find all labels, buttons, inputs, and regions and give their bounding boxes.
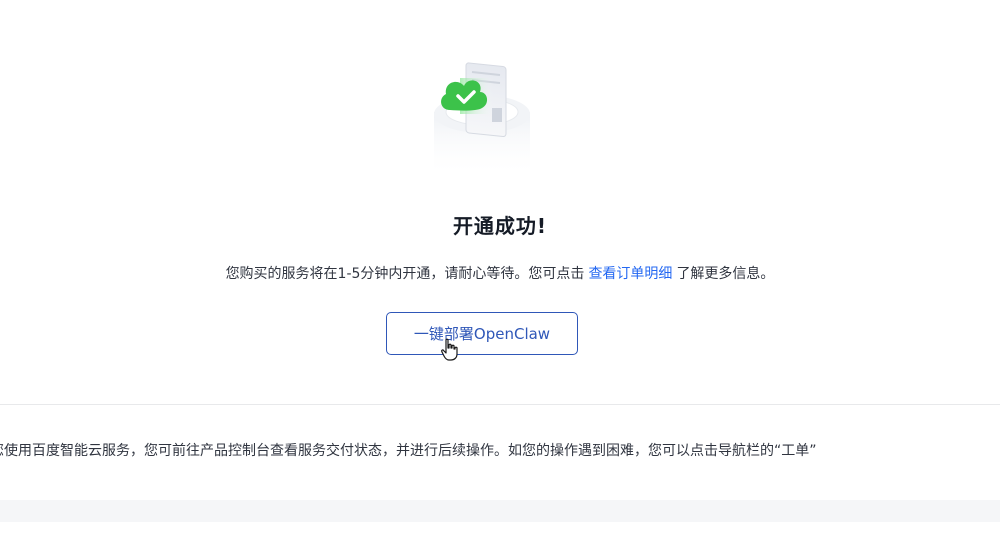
section-divider [0, 404, 1000, 405]
success-card: 开通成功! 您购买的服务将在1-5分钟内开通，请耐心等待。您可点击 查看订单明细了… [0, 0, 1000, 404]
view-order-details-link[interactable]: 查看订单明细 [588, 266, 672, 282]
service-notice: 您使用百度智能云服务，您可前往产品控制台查看服务交付状态，并进行后续操作。如您的… [0, 443, 817, 459]
page: 开通成功! 您购买的服务将在1-5分钟内开通，请耐心等待。您可点击 查看订单明细了… [0, 0, 1000, 550]
cloud-check-icon [422, 52, 542, 180]
page-title: 开通成功! [452, 214, 548, 238]
description-text-tail: 了解更多信息。 [676, 266, 775, 282]
deploy-openclaw-button[interactable]: 一键部署OpenClaw [386, 312, 578, 355]
footer-band [0, 500, 1000, 522]
description-text: 您购买的服务将在1-5分钟内开通，请耐心等待。您可点击 [225, 266, 585, 282]
hand-pointer-icon [440, 338, 460, 362]
success-description: 您购买的服务将在1-5分钟内开通，请耐心等待。您可点击 查看订单明细 了解更多信息。 [0, 263, 1000, 283]
